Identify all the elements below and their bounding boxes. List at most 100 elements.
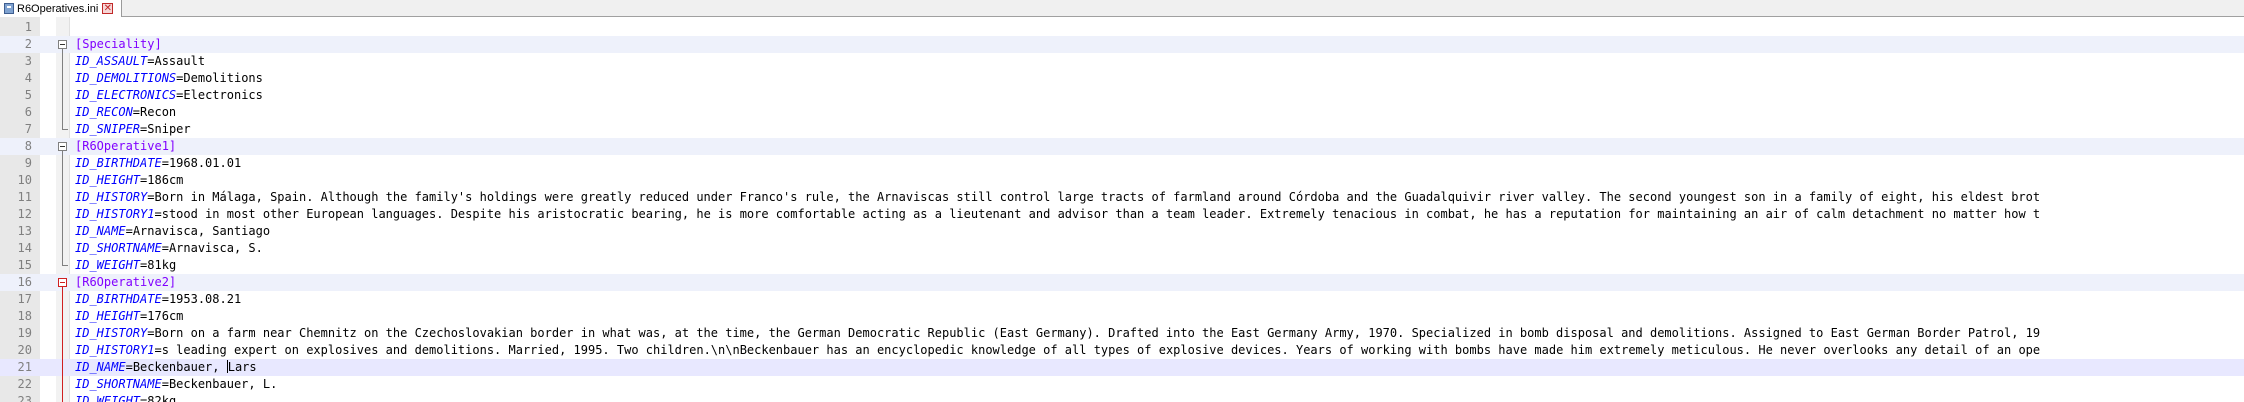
- section-header: [R6Operative2]: [75, 275, 177, 289]
- editor-line: 15 ID_WEIGHT=81kg: [0, 257, 2244, 274]
- code-text: ID_HEIGHT=176cm: [75, 309, 184, 323]
- editor-line: 3 ID_ASSAULT=Assault: [0, 53, 2244, 70]
- fold-line: [62, 291, 63, 308]
- line-number: 7: [24, 122, 32, 136]
- code-text: ID_BIRTHDATE=1968.01.01: [75, 156, 242, 170]
- editor-line: 6 ID_RECON=Recon: [0, 104, 2244, 121]
- line-number: 5: [24, 88, 32, 102]
- editor-line: 18 ID_HEIGHT=176cm: [0, 308, 2244, 325]
- code-text: ID_HISTORY=Born on a farm near Chemnitz …: [75, 326, 2041, 340]
- ini-key: ID_BIRTHDATE: [75, 292, 162, 306]
- code-text: ID_WEIGHT=82kg: [75, 393, 176, 402]
- editor-line: 14 ID_SHORTNAME=Arnavisca, S.: [0, 240, 2244, 257]
- ini-value: Sniper: [147, 122, 191, 136]
- ini-value: 176cm: [147, 309, 184, 323]
- fold-line: [62, 359, 63, 376]
- ini-value: stood in most other European languages. …: [161, 207, 2041, 221]
- fold-line: [62, 308, 63, 325]
- section-header: [Speciality]: [75, 37, 162, 51]
- line-number: 18: [17, 309, 32, 323]
- line-number: 23: [17, 394, 32, 402]
- file-tab-label: R6Operatives.ini: [17, 2, 99, 15]
- fold-line: [62, 223, 63, 240]
- ini-value: 1968.01.01: [168, 156, 242, 170]
- ini-key: ID_WEIGHT: [75, 258, 141, 272]
- ini-key: ID_HEIGHT: [75, 309, 141, 323]
- ini-key: ID_ASSAULT: [75, 54, 148, 68]
- fold-line: [62, 70, 63, 87]
- ini-value: Born in Málaga, Spain. Although the fami…: [154, 190, 2041, 204]
- editor-line: 8 [R6Operative1]: [0, 138, 2244, 155]
- editor-line: 17 ID_BIRTHDATE=1953.08.21: [0, 291, 2244, 308]
- line-number: 11: [17, 190, 32, 204]
- fold-line: [62, 206, 63, 223]
- ini-key: ID_RECON: [75, 105, 133, 119]
- editor-line: 11 ID_HISTORY=Born in Málaga, Spain. Alt…: [0, 189, 2244, 206]
- code-text: ID_HISTORY1=s leading expert on explosiv…: [75, 343, 2041, 357]
- editor-line: 5 ID_ELECTRONICS=Electronics: [0, 87, 2244, 104]
- editor-line: 4 ID_DEMOLITIONS=Demolitions: [0, 70, 2244, 87]
- fold-line: [62, 53, 63, 70]
- fold-line: [62, 189, 63, 206]
- code-text: ID_SHORTNAME=Arnavisca, S.: [75, 241, 263, 255]
- ini-key: ID_WEIGHT: [75, 394, 141, 402]
- ini-key: ID_NAME: [75, 360, 126, 374]
- code-text: ID_SHORTNAME=Beckenbauer, L.: [75, 377, 278, 391]
- line-number: 17: [17, 292, 32, 306]
- code-text: ID_BIRTHDATE=1953.08.21: [75, 292, 242, 306]
- fold-line: [62, 376, 63, 393]
- fold-collapse-icon[interactable]: [58, 40, 67, 49]
- line-number: 12: [17, 207, 32, 221]
- ini-key: ID_HISTORY1: [75, 207, 155, 221]
- line-number: 21: [17, 360, 32, 374]
- code-text: ID_HISTORY1=stood in most other European…: [75, 207, 2041, 221]
- ini-value: Arnavisca, S.: [168, 241, 263, 255]
- line-number: 1: [24, 20, 32, 34]
- line-number: 2: [24, 37, 32, 51]
- line-number: 22: [17, 377, 32, 391]
- code-text: ID_ASSAULT=Assault: [75, 54, 206, 68]
- line-number: 14: [17, 241, 32, 255]
- fold-collapse-icon[interactable]: [58, 142, 67, 151]
- fold-line: [62, 325, 63, 342]
- editor-line: 16 [R6Operative2]: [0, 274, 2244, 291]
- code-text: ID_HISTORY=Born in Málaga, Spain. Althou…: [75, 190, 2041, 204]
- code-text: ID_HEIGHT=186cm: [75, 173, 184, 187]
- editor-line: 7 ID_SNIPER=Sniper: [0, 121, 2244, 138]
- ini-key: ID_SNIPER: [75, 122, 141, 136]
- fold-collapse-icon[interactable]: [58, 278, 67, 287]
- editor-line: 19 ID_HISTORY=Born on a farm near Chemni…: [0, 325, 2244, 342]
- editor-line: 22 ID_SHORTNAME=Beckenbauer, L.: [0, 376, 2244, 393]
- close-tab-icon[interactable]: ✕: [102, 3, 114, 14]
- ini-value: Born on a farm near Chemnitz on the Czec…: [154, 326, 2041, 340]
- ini-key: ID_DEMOLITIONS: [75, 71, 177, 85]
- ini-value: Beckenbauer, L.: [168, 377, 278, 391]
- ini-key: ID_SHORTNAME: [75, 377, 162, 391]
- editor-line: 23 ID_WEIGHT=82kg: [0, 393, 2244, 402]
- tab-bar: R6Operatives.ini ✕: [0, 0, 2244, 17]
- ini-value: s leading expert on explosives and demol…: [161, 343, 2041, 357]
- file-tab[interactable]: R6Operatives.ini ✕: [0, 0, 122, 17]
- code-text: ID_DEMOLITIONS=Demolitions: [75, 71, 263, 85]
- line-number: 16: [17, 275, 32, 289]
- code-text: ID_NAME=Beckenbauer, Lars: [75, 360, 257, 374]
- line-number: 20: [17, 343, 32, 357]
- line-number: 13: [17, 224, 32, 238]
- line-number: 3: [24, 54, 32, 68]
- code-text: ID_NAME=Arnavisca, Santiago: [75, 224, 271, 238]
- ini-key: ID_HISTORY: [75, 190, 148, 204]
- ini-value: 82kg: [147, 394, 177, 402]
- line-number: 6: [24, 105, 32, 119]
- ini-key: ID_NAME: [75, 224, 126, 238]
- ini-key: ID_HISTORY1: [75, 343, 155, 357]
- editor-line: 13 ID_NAME=Arnavisca, Santiago: [0, 223, 2244, 240]
- code-editor[interactable]: 1 2 [Speciality] 3 ID_ASSAULT=Assault 4 …: [0, 17, 2244, 402]
- fold-end-marker: [62, 129, 68, 130]
- ini-key: ID_BIRTHDATE: [75, 156, 162, 170]
- editor-line: 9 ID_BIRTHDATE=1968.01.01: [0, 155, 2244, 172]
- fold-line: [62, 240, 63, 257]
- ini-value: Recon: [140, 105, 177, 119]
- ini-key: ID_HEIGHT: [75, 173, 141, 187]
- editor-line: 1: [0, 19, 2244, 36]
- line-number: 15: [17, 258, 32, 272]
